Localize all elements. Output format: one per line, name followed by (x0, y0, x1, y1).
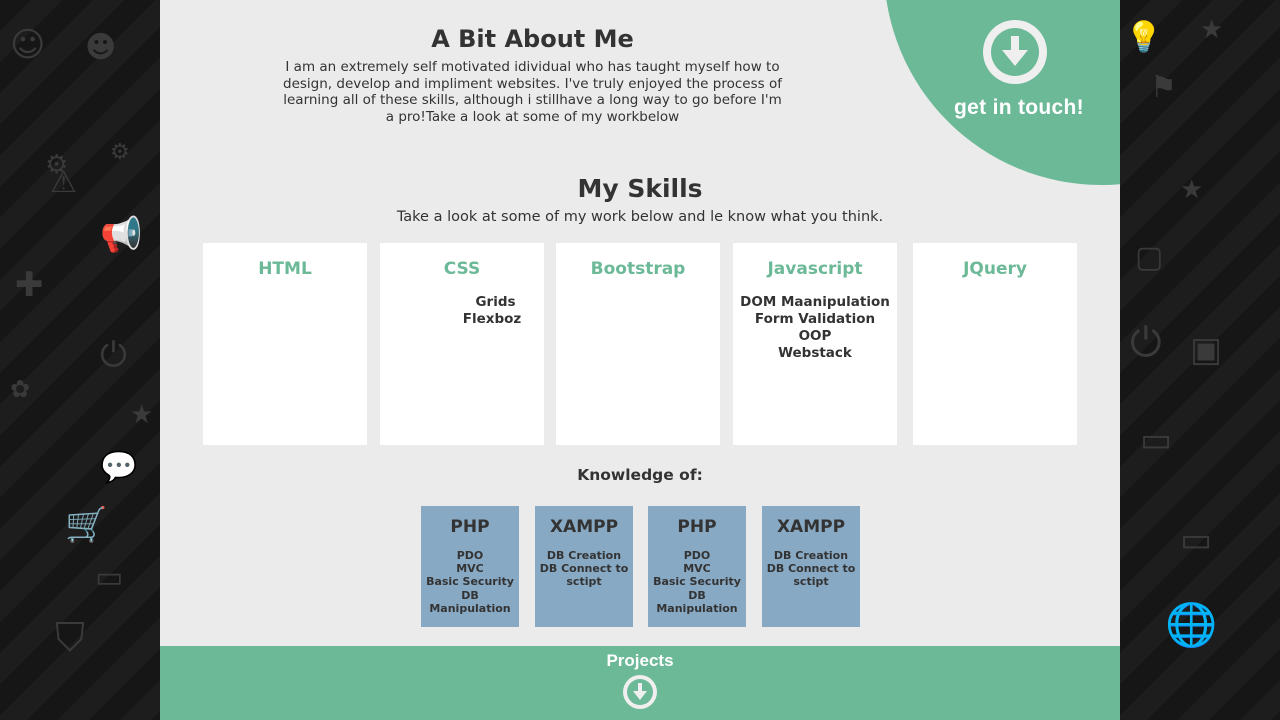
knowledge-item: MVC (456, 562, 484, 576)
warning-icon: ⚠ (50, 165, 77, 200)
skill-card-list: Grids Flexboz (440, 294, 544, 328)
skill-item: OOP (798, 328, 832, 344)
knowledge-card-title: PHP (677, 517, 717, 537)
skill-card-title: JQuery (963, 259, 1027, 279)
flower-icon: ✿ (10, 375, 31, 403)
skill-item: Grids (475, 294, 516, 310)
projects-label[interactable]: Projects (160, 651, 1120, 671)
knowledge-card-title: PHP (450, 517, 490, 537)
knowledge-card-title: XAMPP (549, 517, 619, 537)
tablet-icon: ▣ (1190, 330, 1223, 370)
star-icon: ★ (1200, 15, 1224, 45)
cartoon-face-icon: ☺ (10, 25, 46, 65)
skill-card-bootstrap: Bootstrap (556, 243, 720, 445)
skill-card-title: Bootstrap (590, 259, 686, 279)
knowledge-item: MVC (683, 562, 711, 576)
knowledge-item: DB Creation (773, 549, 849, 562)
shield-icon: ⛉ (55, 615, 85, 661)
knowledge-card-list: PDO MVC Basic Security DB Manipulation (648, 549, 746, 615)
gamepad-icon: ✚ (15, 265, 44, 305)
flag-icon: ⚑ (1150, 70, 1177, 105)
portfolio-page: A Bit About Me I am an extremely self mo… (160, 0, 1120, 720)
knowledge-item: DB Connect to sctipt (766, 562, 856, 589)
power-icon: ⏻ (1130, 320, 1162, 366)
tablet-icon: ▢ (1135, 240, 1164, 275)
arrow-down-circle-icon (991, 28, 1039, 76)
picture-icon: ▭ (95, 560, 124, 595)
knowledge-card-xampp: XAMPP DB Creation DB Connect to sctipt (535, 506, 633, 627)
cart-icon: 🛒 (65, 505, 108, 545)
knowledge-card-php: PHP PDO MVC Basic Security DB Manipulati… (648, 506, 746, 627)
cartoon-face-icon: ☻ (85, 30, 117, 65)
skill-card-title: CSS (443, 259, 481, 279)
skill-card-title: Javascript (767, 259, 863, 279)
skills-title: My Skills (577, 174, 703, 203)
knowledge-card-list: PDO MVC Basic Security DB Manipulation (421, 549, 519, 615)
about-section: A Bit About Me I am an extremely self mo… (280, 22, 785, 125)
contact-label[interactable]: get in touch! (944, 96, 1094, 120)
skill-card-list: DOM Maanipulation Form Validation OOP We… (733, 294, 897, 362)
megaphone-icon: 📢 (100, 215, 143, 255)
lightbulb-icon: 💡 (1125, 20, 1163, 55)
knowledge-card-list: DB Creation DB Connect to sctipt (762, 549, 860, 589)
knowledge-card-list: DB Creation DB Connect to sctipt (535, 549, 633, 589)
knowledge-item: DB Manipulation (429, 588, 511, 615)
knowledge-card-php: PHP PDO MVC Basic Security DB Manipulati… (421, 506, 519, 627)
knowledge-title: Knowledge of: (577, 466, 703, 484)
chat-bubble-icon: 💬 (100, 450, 138, 485)
about-title: A Bit About Me (431, 25, 634, 53)
knowledge-item: DB Manipulation (656, 588, 738, 615)
projects-scroll-button[interactable] (623, 675, 657, 709)
knowledge-card-xampp: XAMPP DB Creation DB Connect to sctipt (762, 506, 860, 627)
skills-subtitle: Take a look at some of my work below and… (396, 209, 884, 225)
knowledge-item: DB Creation (546, 549, 622, 562)
skill-item: Form Validation (754, 311, 876, 327)
skill-card-javascript: Javascript DOM Maanipulation Form Valida… (733, 243, 897, 445)
skill-card-html: HTML (203, 243, 367, 445)
globe-icon: 🌐 (1165, 600, 1218, 649)
photo-frame-icon: ▭ (1140, 420, 1173, 460)
knowledge-item: PDO (456, 549, 484, 562)
knowledge-item: PDO (683, 549, 711, 562)
background-doodle-left: ☺ ☻ ⚙ ⚙ ⚠ 📢 ✚ ⏻ ✿ ★ 💬 🛒 ▭ ⛉ (0, 0, 160, 720)
skill-item: Webstack (778, 345, 852, 361)
knowledge-item: DB Connect to sctipt (539, 562, 629, 589)
skill-card-css: CSS Grids Flexboz (380, 243, 544, 445)
skill-card-title: HTML (258, 259, 312, 279)
skill-card-jquery: JQuery (913, 243, 1077, 445)
background-doodle-right: 💡 ★ ⚑ ★ ▢ ⏻ ▣ ▭ ▭ 🌐 (1120, 0, 1280, 720)
star-icon: ★ (1180, 175, 1204, 205)
about-text: I am an extremely self motivated idividu… (283, 59, 782, 125)
star-icon: ★ (130, 400, 154, 430)
gear-icon: ⚙ (110, 140, 130, 165)
projects-bar: Projects (160, 646, 1120, 720)
knowledge-card-title: XAMPP (776, 517, 846, 537)
arrow-down-circle-icon (627, 679, 653, 705)
skill-item: DOM Maanipulation (740, 294, 890, 310)
picture-icon: ▭ (1180, 520, 1213, 560)
skill-item: Flexboz (462, 311, 522, 327)
knowledge-item: Basic Security (426, 575, 514, 589)
knowledge-item: Basic Security (653, 575, 741, 589)
contact-button[interactable] (983, 20, 1047, 84)
power-icon: ⏻ (100, 335, 127, 375)
